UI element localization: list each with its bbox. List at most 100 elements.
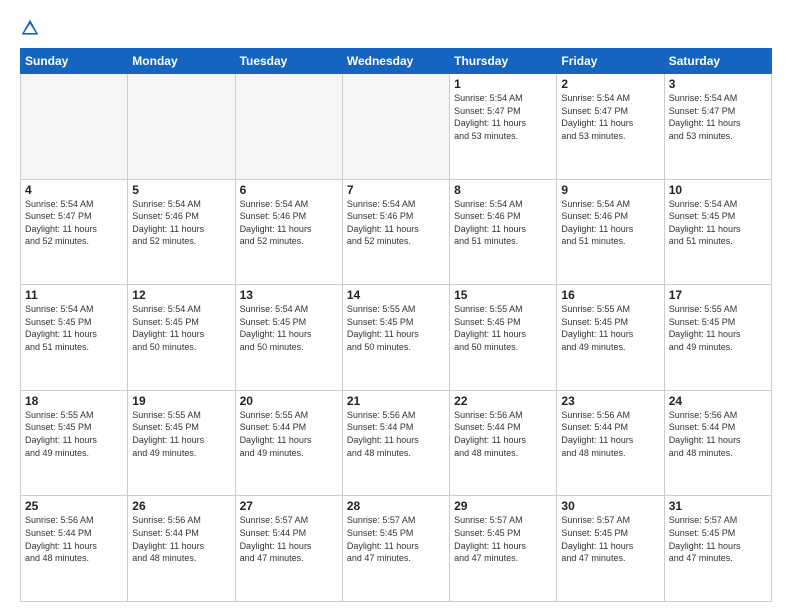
table-row: 11Sunrise: 5:54 AM Sunset: 5:45 PM Dayli…: [21, 285, 128, 391]
table-row: 13Sunrise: 5:54 AM Sunset: 5:45 PM Dayli…: [235, 285, 342, 391]
table-row: [21, 74, 128, 180]
day-number: 10: [669, 183, 767, 197]
day-number: 8: [454, 183, 552, 197]
day-info: Sunrise: 5:55 AM Sunset: 5:45 PM Dayligh…: [669, 303, 767, 353]
day-info: Sunrise: 5:54 AM Sunset: 5:45 PM Dayligh…: [132, 303, 230, 353]
day-number: 24: [669, 394, 767, 408]
day-info: Sunrise: 5:54 AM Sunset: 5:47 PM Dayligh…: [454, 92, 552, 142]
day-number: 3: [669, 77, 767, 91]
day-number: 27: [240, 499, 338, 513]
day-info: Sunrise: 5:54 AM Sunset: 5:46 PM Dayligh…: [561, 198, 659, 248]
table-row: 7Sunrise: 5:54 AM Sunset: 5:46 PM Daylig…: [342, 179, 449, 285]
day-info: Sunrise: 5:56 AM Sunset: 5:44 PM Dayligh…: [454, 409, 552, 459]
day-number: 14: [347, 288, 445, 302]
table-row: 10Sunrise: 5:54 AM Sunset: 5:45 PM Dayli…: [664, 179, 771, 285]
table-row: 9Sunrise: 5:54 AM Sunset: 5:46 PM Daylig…: [557, 179, 664, 285]
day-info: Sunrise: 5:54 AM Sunset: 5:47 PM Dayligh…: [561, 92, 659, 142]
table-row: 5Sunrise: 5:54 AM Sunset: 5:46 PM Daylig…: [128, 179, 235, 285]
page: Sunday Monday Tuesday Wednesday Thursday…: [0, 0, 792, 612]
day-info: Sunrise: 5:57 AM Sunset: 5:45 PM Dayligh…: [561, 514, 659, 564]
day-number: 15: [454, 288, 552, 302]
day-number: 16: [561, 288, 659, 302]
col-sunday: Sunday: [21, 49, 128, 74]
calendar-table: Sunday Monday Tuesday Wednesday Thursday…: [20, 48, 772, 602]
day-info: Sunrise: 5:54 AM Sunset: 5:46 PM Dayligh…: [240, 198, 338, 248]
table-row: 14Sunrise: 5:55 AM Sunset: 5:45 PM Dayli…: [342, 285, 449, 391]
day-number: 21: [347, 394, 445, 408]
table-row: 28Sunrise: 5:57 AM Sunset: 5:45 PM Dayli…: [342, 496, 449, 602]
table-row: 19Sunrise: 5:55 AM Sunset: 5:45 PM Dayli…: [128, 390, 235, 496]
table-row: 29Sunrise: 5:57 AM Sunset: 5:45 PM Dayli…: [450, 496, 557, 602]
table-row: 1Sunrise: 5:54 AM Sunset: 5:47 PM Daylig…: [450, 74, 557, 180]
day-info: Sunrise: 5:54 AM Sunset: 5:47 PM Dayligh…: [669, 92, 767, 142]
logo-icon: [20, 18, 40, 38]
table-row: 26Sunrise: 5:56 AM Sunset: 5:44 PM Dayli…: [128, 496, 235, 602]
table-row: [235, 74, 342, 180]
day-info: Sunrise: 5:57 AM Sunset: 5:44 PM Dayligh…: [240, 514, 338, 564]
day-number: 17: [669, 288, 767, 302]
day-number: 4: [25, 183, 123, 197]
col-friday: Friday: [557, 49, 664, 74]
table-row: 20Sunrise: 5:55 AM Sunset: 5:44 PM Dayli…: [235, 390, 342, 496]
col-monday: Monday: [128, 49, 235, 74]
col-thursday: Thursday: [450, 49, 557, 74]
week-row-3: 11Sunrise: 5:54 AM Sunset: 5:45 PM Dayli…: [21, 285, 772, 391]
day-number: 5: [132, 183, 230, 197]
day-info: Sunrise: 5:54 AM Sunset: 5:46 PM Dayligh…: [347, 198, 445, 248]
week-row-2: 4Sunrise: 5:54 AM Sunset: 5:47 PM Daylig…: [21, 179, 772, 285]
header: [20, 18, 772, 38]
day-info: Sunrise: 5:55 AM Sunset: 5:45 PM Dayligh…: [561, 303, 659, 353]
day-number: 31: [669, 499, 767, 513]
table-row: 22Sunrise: 5:56 AM Sunset: 5:44 PM Dayli…: [450, 390, 557, 496]
day-number: 23: [561, 394, 659, 408]
day-number: 9: [561, 183, 659, 197]
logo: [20, 18, 44, 38]
day-number: 7: [347, 183, 445, 197]
day-info: Sunrise: 5:54 AM Sunset: 5:46 PM Dayligh…: [454, 198, 552, 248]
day-info: Sunrise: 5:55 AM Sunset: 5:45 PM Dayligh…: [454, 303, 552, 353]
table-row: 25Sunrise: 5:56 AM Sunset: 5:44 PM Dayli…: [21, 496, 128, 602]
table-row: 31Sunrise: 5:57 AM Sunset: 5:45 PM Dayli…: [664, 496, 771, 602]
day-info: Sunrise: 5:54 AM Sunset: 5:47 PM Dayligh…: [25, 198, 123, 248]
day-number: 29: [454, 499, 552, 513]
table-row: 2Sunrise: 5:54 AM Sunset: 5:47 PM Daylig…: [557, 74, 664, 180]
table-row: 8Sunrise: 5:54 AM Sunset: 5:46 PM Daylig…: [450, 179, 557, 285]
day-number: 12: [132, 288, 230, 302]
day-number: 30: [561, 499, 659, 513]
day-number: 13: [240, 288, 338, 302]
day-info: Sunrise: 5:54 AM Sunset: 5:45 PM Dayligh…: [25, 303, 123, 353]
day-info: Sunrise: 5:57 AM Sunset: 5:45 PM Dayligh…: [669, 514, 767, 564]
col-tuesday: Tuesday: [235, 49, 342, 74]
day-info: Sunrise: 5:55 AM Sunset: 5:44 PM Dayligh…: [240, 409, 338, 459]
day-info: Sunrise: 5:56 AM Sunset: 5:44 PM Dayligh…: [132, 514, 230, 564]
day-info: Sunrise: 5:56 AM Sunset: 5:44 PM Dayligh…: [347, 409, 445, 459]
table-row: 23Sunrise: 5:56 AM Sunset: 5:44 PM Dayli…: [557, 390, 664, 496]
table-row: 4Sunrise: 5:54 AM Sunset: 5:47 PM Daylig…: [21, 179, 128, 285]
day-info: Sunrise: 5:55 AM Sunset: 5:45 PM Dayligh…: [132, 409, 230, 459]
day-number: 2: [561, 77, 659, 91]
col-wednesday: Wednesday: [342, 49, 449, 74]
col-saturday: Saturday: [664, 49, 771, 74]
day-info: Sunrise: 5:55 AM Sunset: 5:45 PM Dayligh…: [25, 409, 123, 459]
table-row: 16Sunrise: 5:55 AM Sunset: 5:45 PM Dayli…: [557, 285, 664, 391]
week-row-4: 18Sunrise: 5:55 AM Sunset: 5:45 PM Dayli…: [21, 390, 772, 496]
day-number: 11: [25, 288, 123, 302]
calendar-header-row: Sunday Monday Tuesday Wednesday Thursday…: [21, 49, 772, 74]
day-number: 19: [132, 394, 230, 408]
table-row: [342, 74, 449, 180]
table-row: 3Sunrise: 5:54 AM Sunset: 5:47 PM Daylig…: [664, 74, 771, 180]
day-info: Sunrise: 5:54 AM Sunset: 5:45 PM Dayligh…: [669, 198, 767, 248]
day-number: 18: [25, 394, 123, 408]
day-number: 1: [454, 77, 552, 91]
day-info: Sunrise: 5:56 AM Sunset: 5:44 PM Dayligh…: [25, 514, 123, 564]
day-number: 22: [454, 394, 552, 408]
day-number: 26: [132, 499, 230, 513]
table-row: 12Sunrise: 5:54 AM Sunset: 5:45 PM Dayli…: [128, 285, 235, 391]
day-info: Sunrise: 5:56 AM Sunset: 5:44 PM Dayligh…: [669, 409, 767, 459]
day-number: 28: [347, 499, 445, 513]
week-row-1: 1Sunrise: 5:54 AM Sunset: 5:47 PM Daylig…: [21, 74, 772, 180]
day-number: 25: [25, 499, 123, 513]
day-info: Sunrise: 5:57 AM Sunset: 5:45 PM Dayligh…: [454, 514, 552, 564]
day-info: Sunrise: 5:56 AM Sunset: 5:44 PM Dayligh…: [561, 409, 659, 459]
table-row: 30Sunrise: 5:57 AM Sunset: 5:45 PM Dayli…: [557, 496, 664, 602]
